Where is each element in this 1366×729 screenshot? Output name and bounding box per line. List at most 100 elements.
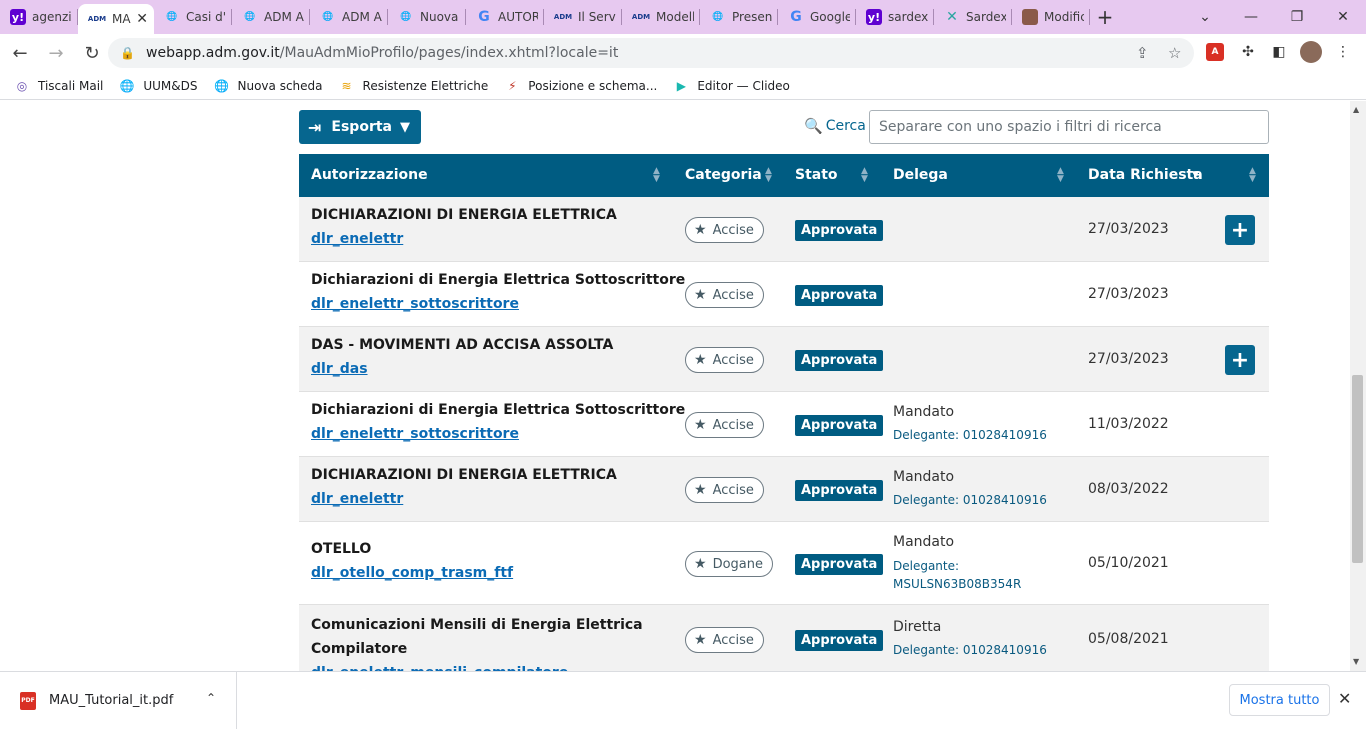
delega-type: Mandato	[893, 534, 955, 550]
browser-tab[interactable]: 🌐 Presen	[700, 0, 778, 34]
side-panel-icon[interactable]: ◧	[1268, 41, 1290, 63]
col-header-data-richiesta[interactable]: Data Richiesta	[1088, 167, 1203, 183]
scroll-down-icon[interactable]: ▼	[1353, 657, 1359, 666]
browser-tab[interactable]: 🌐 Casi d'u	[154, 0, 232, 34]
browser-tab[interactable]: G AUTOR	[466, 0, 544, 34]
delega-detail-line2: MSULSN63B08B354R	[893, 577, 1022, 591]
browser-tab[interactable]: ADM Il Servi	[544, 0, 622, 34]
browser-tab[interactable]: Modific	[1012, 0, 1090, 34]
category-badge: ★ Dogane	[685, 551, 773, 577]
sort-icon[interactable]: ▲ ▼	[1249, 167, 1256, 184]
col-header-categoria[interactable]: Categoria	[685, 167, 762, 183]
bookmark-item[interactable]: 🌐 UUM&DS	[119, 78, 198, 94]
category-label: Accise	[712, 482, 754, 498]
table-header: Autorizzazione ▲ ▼ Categoria ▲ ▼ Stato ▲ ▼ …	[299, 154, 1269, 197]
maximize-button[interactable]: ❐	[1274, 0, 1320, 34]
status-badge: Approvata	[795, 220, 884, 241]
expand-row-button[interactable]: +	[1225, 345, 1255, 375]
forward-button[interactable]: →	[40, 37, 72, 69]
show-all-button[interactable]: Mostra tutto	[1229, 684, 1330, 716]
category-label: Accise	[712, 352, 754, 368]
request-date: 27/03/2023	[1088, 286, 1169, 302]
table-row: OTELLO dlr_otello_comp_trasm_ftf ★ Dogane Ap…	[299, 522, 1269, 605]
sort-icon[interactable]: ▲ ▼	[653, 167, 660, 184]
bookmark-item[interactable]: ◎ Tiscali Mail	[14, 78, 104, 94]
authorization-title: DAS - MOVIMENTI AD ACCISA ASSOLTA	[311, 337, 614, 353]
close-tab-icon[interactable]: ✕	[136, 11, 148, 27]
col-header-autorizzazione[interactable]: Autorizzazione	[311, 167, 428, 183]
tab-title: Sardex	[966, 10, 1006, 24]
col-header-stato[interactable]: Stato	[795, 167, 838, 183]
category-badge: ★ Accise	[685, 282, 764, 308]
bookmark-item[interactable]: ▶ Editor — Clideo	[673, 78, 790, 94]
reload-button[interactable]: ↻	[76, 37, 108, 69]
authorizations-table: Autorizzazione ▲ ▼ Categoria ▲ ▼ Stato ▲ ▼ …	[299, 154, 1269, 671]
browser-tab[interactable]: 🌐 ADM A	[232, 0, 310, 34]
table-row: DICHIARAZIONI DI ENERGIA ELETTRICA dlr_en…	[299, 457, 1269, 522]
new-tab-button[interactable]: +	[1090, 5, 1120, 29]
browser-tab[interactable]: ADM Modelli	[622, 0, 700, 34]
google-favicon-icon: G	[790, 9, 802, 25]
download-bar: PDF MAU_Tutorial_it.pdf ⌃ Mostra tutto ✕	[0, 671, 1366, 729]
authorization-code-link[interactable]: dlr_enelettr	[311, 491, 403, 507]
request-date: 05/08/2021	[1088, 631, 1169, 647]
tab-title: agenzia	[32, 10, 72, 24]
yahoo-favicon-icon: y!	[10, 9, 26, 25]
bookmark-item[interactable]: 🌐 Nuova scheda	[214, 78, 323, 94]
bookmark-item[interactable]: ⚡ Posizione e schema...	[504, 78, 657, 94]
authorization-code-link[interactable]: dlr_enelettr	[311, 231, 403, 247]
share-icon[interactable]: ⇪	[1136, 44, 1149, 62]
status-badge: Approvata	[795, 350, 884, 371]
pdf-extension-icon[interactable]: A	[1206, 43, 1224, 61]
bookmark-star-icon[interactable]: ☆	[1168, 44, 1181, 62]
authorization-code-link[interactable]: dlr_enelettr_sottoscrittore	[311, 296, 519, 312]
browser-tab[interactable]: 🌐 ADM A	[310, 0, 388, 34]
globe-favicon-icon: 🌐	[244, 12, 256, 22]
google-favicon-icon: G	[478, 9, 490, 25]
bookmark-label: Nuova scheda	[237, 78, 323, 93]
photo-favicon-icon	[1022, 9, 1038, 25]
tab-title: Il Servi	[578, 10, 616, 24]
clideo-icon: ▶	[676, 78, 686, 93]
address-bar[interactable]: 🔒 webapp.adm.gov.it/MauAdmMioProfilo/pag…	[108, 38, 1194, 68]
bookmark-item[interactable]: ≋ Resistenze Elettriche	[339, 78, 488, 94]
browser-tab[interactable]: 🌐 Nuova	[388, 0, 466, 34]
browser-tab[interactable]: ADM MA ✕	[78, 4, 154, 34]
sort-icon[interactable]: ▲ ▼	[765, 167, 772, 184]
globe-icon: 🌐	[119, 78, 135, 93]
menu-dots-icon[interactable]: ⋮	[1332, 41, 1354, 63]
browser-tab[interactable]: y! agenzia	[0, 0, 78, 34]
chevron-up-icon[interactable]: ⌃	[206, 691, 216, 705]
close-icon[interactable]: ✕	[1338, 689, 1351, 708]
tab-search-icon[interactable]: ⌄	[1182, 0, 1228, 34]
sort-icon[interactable]: ▲ ▼	[861, 167, 868, 184]
sort-icon[interactable]: ▲ ▼	[1057, 167, 1064, 184]
download-item[interactable]: PDF MAU_Tutorial_it.pdf ⌃	[0, 672, 237, 729]
browser-tab[interactable]: ✕ Sardex	[934, 0, 1012, 34]
delega-type: Mandato	[893, 469, 955, 485]
scroll-thumb[interactable]	[1352, 375, 1363, 563]
chevron-down-icon: ▼	[400, 119, 410, 135]
authorization-code-link[interactable]: dlr_enelettr_sottoscrittore	[311, 426, 519, 442]
page-scrollbar[interactable]: ▲ ▼	[1350, 101, 1366, 671]
browser-tab[interactable]: y! sardex	[856, 0, 934, 34]
close-window-button[interactable]: ✕	[1320, 0, 1366, 34]
scroll-up-icon[interactable]: ▲	[1353, 105, 1359, 114]
lock-icon[interactable]: 🔒	[120, 46, 136, 60]
col-header-delega[interactable]: Delega	[893, 167, 948, 183]
authorization-code-link[interactable]: dlr_das	[311, 361, 368, 377]
profile-avatar[interactable]	[1300, 41, 1322, 63]
resistenze-icon: ≋	[341, 78, 352, 93]
back-button[interactable]: ←	[4, 37, 36, 69]
sort-desc-icon[interactable]: ▼	[1192, 171, 1199, 180]
url-host: webapp.adm.gov.it	[146, 45, 280, 61]
authorization-code-link[interactable]: dlr_otello_comp_trasm_ftf	[311, 565, 513, 581]
expand-row-button[interactable]: +	[1225, 215, 1255, 245]
plus-icon: +	[1230, 217, 1250, 243]
sardex-favicon-icon: ✕	[946, 9, 958, 25]
browser-tab[interactable]: G Google	[778, 0, 856, 34]
extensions-puzzle-icon[interactable]: ✣	[1237, 41, 1259, 63]
minimize-button[interactable]: —	[1228, 0, 1274, 34]
search-input[interactable]	[869, 110, 1269, 144]
export-button[interactable]: ⇥ Esporta ▼	[299, 110, 421, 144]
